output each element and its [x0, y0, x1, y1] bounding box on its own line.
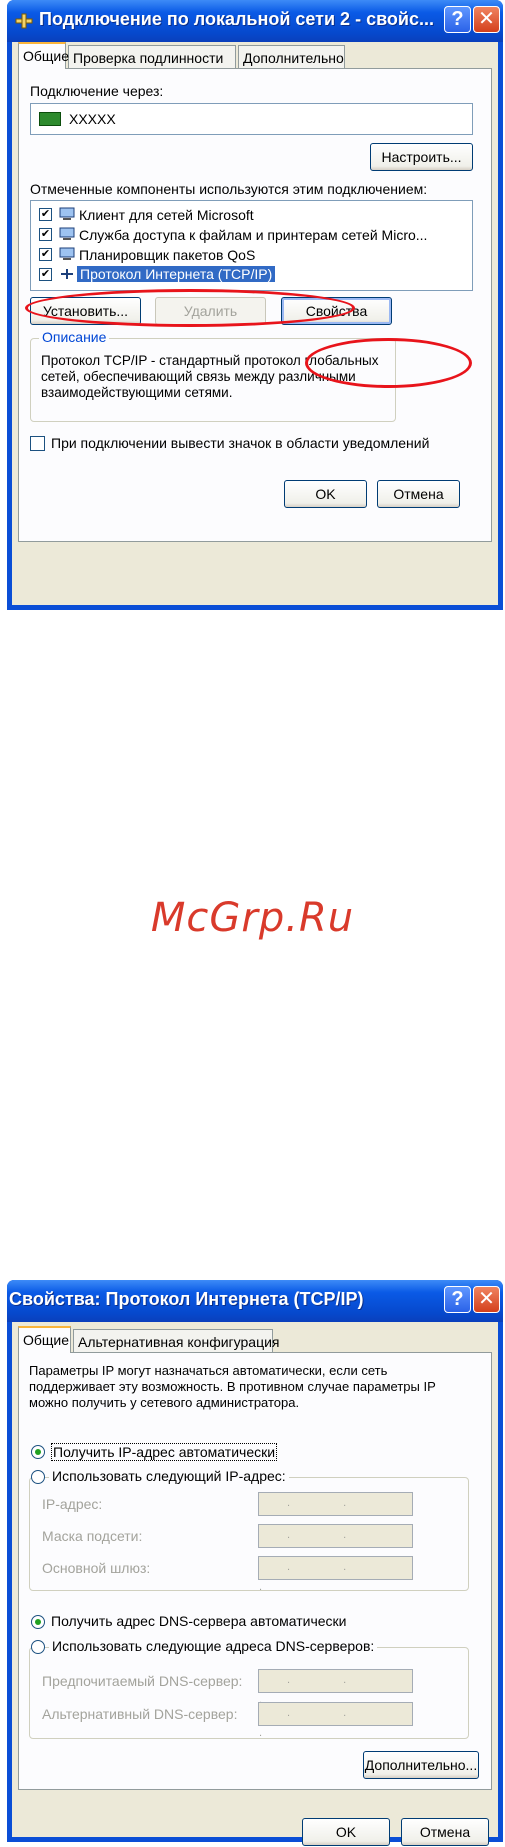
ip-label: IP-адрес:	[42, 1496, 103, 1512]
radio-manual-ip-label[interactable]: Использовать следующий IP-адрес:	[49, 1468, 289, 1484]
subnet-mask-label: Маска подсети:	[42, 1528, 143, 1544]
network-client-icon	[59, 207, 75, 220]
cancel-button[interactable]: Отмена	[401, 1818, 489, 1846]
network-card-icon	[39, 112, 61, 126]
alternate-dns-label: Альтернативный DNS-сервер:	[42, 1706, 238, 1722]
component-label: Планировщик пакетов QoS	[79, 247, 256, 263]
qos-scheduler-icon	[59, 247, 75, 260]
component-label: Служба доступа к файлам и принтерам сете…	[79, 227, 428, 243]
alternate-dns-input[interactable]: . . .	[258, 1702, 413, 1739]
protocol-icon	[61, 269, 73, 279]
list-item[interactable]: ✔ Служба доступа к файлам и принтерам се…	[31, 225, 472, 245]
preferred-dns-label: Предпочитаемый DNS-сервер:	[42, 1673, 243, 1689]
tab-authentication[interactable]: Проверка подлинности	[68, 45, 236, 69]
ok-button[interactable]: OK	[284, 480, 367, 508]
title-bar[interactable]: Подключение по локальной сети 2 - свойс.…	[7, 0, 503, 42]
adapter-name: XXXXX	[69, 111, 116, 127]
network-connection-icon	[15, 13, 33, 29]
tab-advanced[interactable]: Дополнительно	[238, 45, 345, 69]
radio-manual-ip[interactable]	[31, 1470, 45, 1484]
tab-general[interactable]: Общие	[18, 1326, 71, 1353]
window-title: Свойства: Протокол Интернета (TCP/IP)	[9, 1289, 364, 1309]
dialog-client: Общие Проверка подлинности Дополнительно…	[12, 42, 498, 605]
general-tab-panel: Подключение через: XXXXX Настроить... От…	[18, 68, 492, 542]
tcpip-properties-window: Свойства: Протокол Интернета (TCP/IP) ? …	[7, 1280, 503, 1846]
watermark: McGrp.Ru	[150, 895, 355, 941]
intro-text: Параметры IP могут назначаться автоматич…	[29, 1363, 436, 1410]
tab-general[interactable]: Общие	[18, 42, 69, 69]
checkbox-client-ms[interactable]: ✔	[39, 208, 52, 221]
components-list[interactable]: ✔ Клиент для сетей Microsoft ✔ Служба до…	[30, 200, 473, 291]
show-icon-checkbox[interactable]	[30, 436, 45, 451]
components-label: Отмеченные компоненты используются этим …	[30, 181, 428, 197]
advanced-button[interactable]: Дополнительно...	[363, 1751, 479, 1779]
uninstall-button[interactable]: Удалить	[155, 297, 266, 325]
radio-manual-dns[interactable]	[31, 1640, 45, 1654]
general-tab-panel: Параметры IP могут назначаться автоматич…	[18, 1352, 492, 1790]
description-group: Описание Протокол TCP/IP - стандартный п…	[30, 329, 396, 422]
ok-button[interactable]: OK	[302, 1818, 390, 1846]
radio-manual-dns-label[interactable]: Использовать следующие адреса DNS-сервер…	[49, 1638, 378, 1654]
radio-auto-ip[interactable]	[31, 1445, 45, 1459]
connect-via-label: Подключение через:	[30, 83, 164, 99]
radio-auto-dns[interactable]	[31, 1615, 45, 1629]
gateway-label: Основной шлюз:	[42, 1560, 151, 1576]
properties-button[interactable]: Свойства	[281, 297, 392, 325]
title-bar[interactable]: Свойства: Протокол Интернета (TCP/IP) ? …	[7, 1280, 503, 1322]
radio-auto-ip-label[interactable]: Получить IP-адрес автоматически	[51, 1443, 278, 1461]
checkbox-tcpip[interactable]: ✔	[39, 268, 52, 281]
preferred-dns-input[interactable]: . . .	[258, 1669, 413, 1706]
tab-alternate-config[interactable]: Альтернативная конфигурация	[73, 1329, 279, 1353]
configure-button[interactable]: Настроить...	[370, 143, 473, 171]
list-item[interactable]: ✔ Планировщик пакетов QoS	[31, 245, 472, 265]
radio-auto-dns-label[interactable]: Получить адрес DNS-сервера автоматически	[51, 1613, 346, 1629]
file-printer-sharing-icon	[59, 227, 75, 240]
close-icon[interactable]: ✕	[473, 6, 500, 33]
checkbox-file-sharing[interactable]: ✔	[39, 228, 52, 241]
cancel-button[interactable]: Отмена	[377, 480, 460, 508]
description-legend: Описание	[39, 329, 110, 345]
gateway-input[interactable]: . . .	[258, 1556, 413, 1593]
checkbox-qos[interactable]: ✔	[39, 248, 52, 261]
lan-properties-window: Подключение по локальной сети 2 - свойс.…	[7, 0, 503, 610]
component-label: Клиент для сетей Microsoft	[79, 207, 254, 223]
ip-address-input[interactable]: . . .	[258, 1492, 413, 1529]
help-icon[interactable]: ?	[444, 1286, 471, 1313]
adapter-field: XXXXX	[30, 103, 473, 135]
window-title: Подключение по локальной сети 2 - свойс.…	[39, 9, 434, 29]
description-text: Протокол TCP/IP - стандартный протокол г…	[41, 353, 379, 400]
component-label: Протокол Интернета (TCP/IP)	[77, 266, 276, 282]
subnet-mask-input[interactable]: . . .	[258, 1524, 413, 1561]
close-icon[interactable]: ✕	[473, 1286, 500, 1313]
dialog-client: Общие Альтернативная конфигурация Параме…	[12, 1322, 498, 1846]
help-icon[interactable]: ?	[444, 6, 471, 33]
show-icon-label: При подключении вывести значок в области…	[51, 435, 430, 451]
install-button[interactable]: Установить...	[30, 297, 141, 325]
list-item[interactable]: ✔ Клиент для сетей Microsoft	[31, 205, 472, 225]
list-item-selected[interactable]: ✔ Протокол Интернета (TCP/IP)	[31, 265, 472, 285]
